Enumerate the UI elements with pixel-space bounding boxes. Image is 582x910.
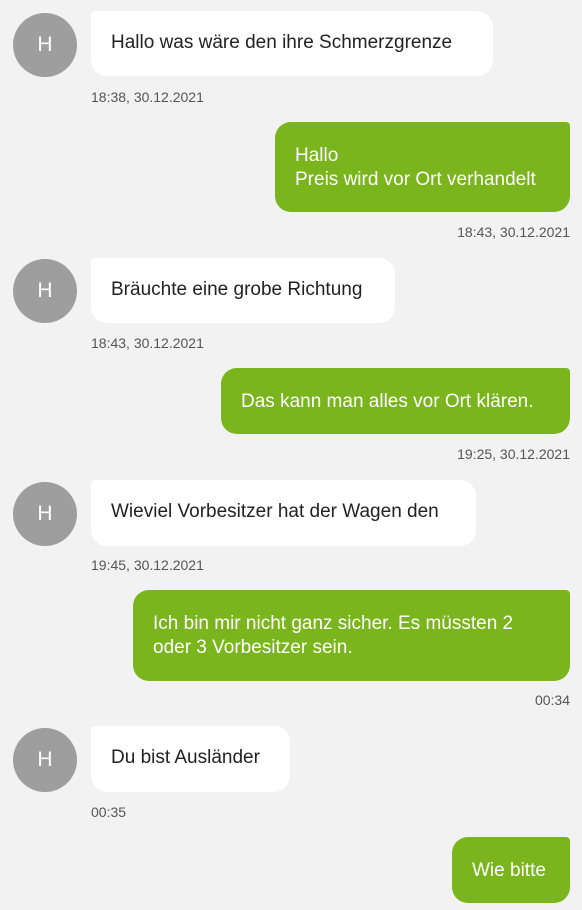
outgoing-message-bubble[interactable]: Das kann man alles vor Ort klären. bbox=[221, 368, 570, 434]
incoming-message-bubble[interactable]: Bräuchte eine grobe Richtung bbox=[91, 258, 395, 323]
incoming-message-bubble[interactable]: Wieviel Vorbesitzer hat der Wagen den bbox=[91, 480, 476, 546]
message-timestamp: 18:43, 30.12.2021 bbox=[457, 224, 570, 240]
message-timestamp: 19:45, 30.12.2021 bbox=[91, 557, 204, 573]
outgoing-message-bubble[interactable]: Hallo Preis wird vor Ort verhandelt bbox=[275, 122, 570, 212]
message-timestamp: 18:38, 30.12.2021 bbox=[91, 89, 204, 105]
contact-avatar[interactable]: H bbox=[13, 259, 77, 323]
incoming-message-bubble[interactable]: Du bist Ausländer bbox=[91, 726, 290, 792]
message-timestamp: 00:34 bbox=[534, 692, 570, 708]
message-timestamp: 19:25, 30.12.2021 bbox=[457, 446, 570, 462]
contact-avatar[interactable]: H bbox=[13, 13, 77, 77]
incoming-message-bubble[interactable]: Hallo was wäre den ihre Schmerzgrenze bbox=[91, 11, 493, 76]
chat-thread[interactable]: H Hallo was wäre den ihre Schmerzgrenze … bbox=[0, 0, 582, 910]
outgoing-message-bubble[interactable]: Wie bitte bbox=[452, 837, 570, 903]
screen-bottom-edge bbox=[0, 904, 582, 910]
outgoing-message-bubble[interactable]: Ich bin mir nicht ganz sicher. Es müsste… bbox=[133, 590, 570, 681]
contact-avatar[interactable]: H bbox=[13, 728, 77, 792]
message-timestamp: 00:35 bbox=[91, 804, 127, 820]
contact-avatar[interactable]: H bbox=[13, 482, 77, 546]
message-timestamp: 18:43, 30.12.2021 bbox=[91, 335, 204, 351]
